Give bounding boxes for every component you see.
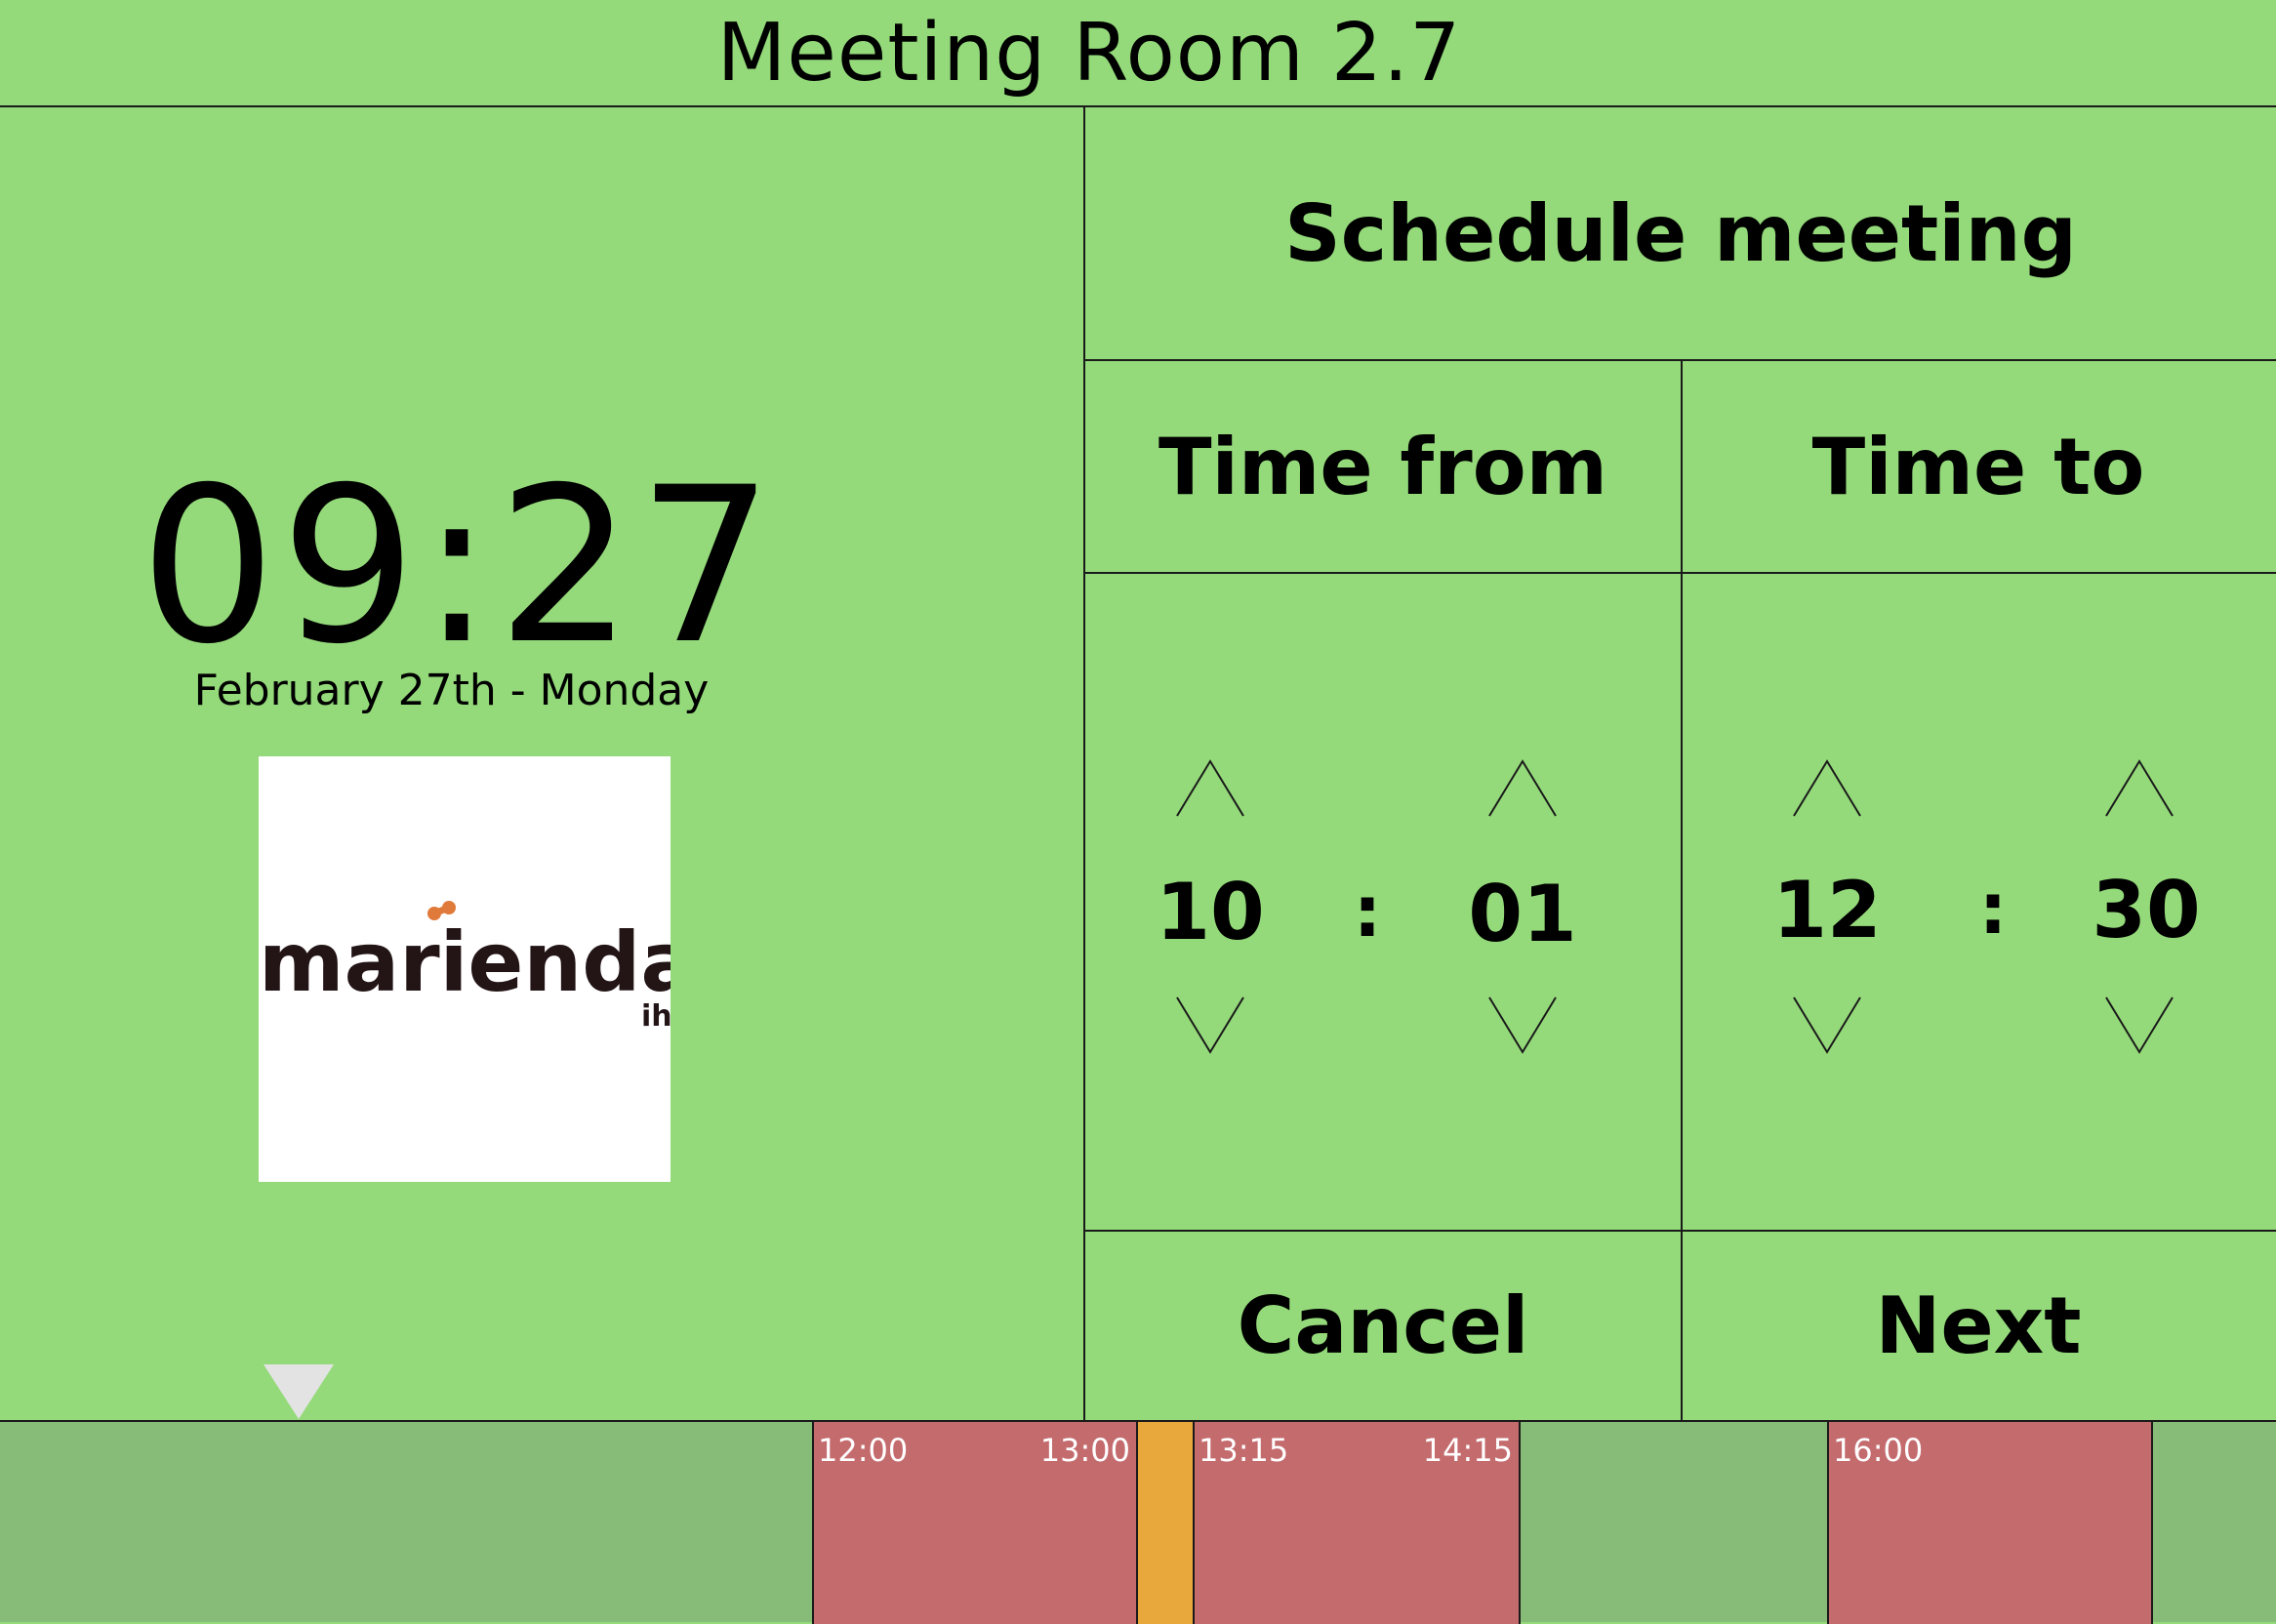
booking-block[interactable]: 16:00 (1827, 1422, 2153, 1624)
from-hour-down-icon[interactable] (1175, 995, 1245, 1054)
from-minute-up-icon[interactable] (1487, 759, 1558, 818)
company-logo: mariendal ih (259, 756, 671, 1182)
current-time: 09:27 (139, 441, 778, 691)
from-hour-value: 10 (1156, 867, 1265, 957)
room-title: Meeting Room 2.7 (716, 6, 1462, 100)
svg-text:mariendal: mariendal (259, 914, 671, 1010)
svg-text:ih: ih (641, 999, 671, 1034)
current-time-marker-icon (264, 1364, 334, 1419)
schedule-title-label: Schedule meeting (1284, 187, 2077, 279)
from-minute-value: 01 (1468, 869, 1577, 959)
next-button-label: Next (1875, 1280, 2082, 1371)
time-to-label: Time to (1811, 421, 2145, 512)
next-button[interactable]: Next (1681, 1232, 2276, 1420)
to-hour-down-icon[interactable] (1792, 995, 1862, 1054)
booking-end-time: 13:00 (1039, 1432, 1130, 1469)
booking-start-time: 12:00 (818, 1432, 909, 1469)
from-time-separator: : (1353, 871, 1382, 953)
to-hour-value: 12 (1772, 865, 1882, 955)
schedule-title: Schedule meeting (1083, 107, 2276, 361)
booking-block[interactable]: 12:00 13:00 (812, 1422, 1138, 1624)
to-time-separator: : (1978, 868, 2008, 950)
cancel-button-label: Cancel (1237, 1280, 1529, 1371)
to-minute-up-icon[interactable] (2104, 759, 2174, 818)
from-hour-up-icon[interactable] (1175, 759, 1245, 818)
title-bar: Meeting Room 2.7 (0, 0, 2276, 107)
time-to-header: Time to (1681, 361, 2276, 574)
pending-booking-block[interactable] (1136, 1422, 1195, 1624)
time-from-header: Time from (1083, 361, 1683, 574)
to-hour-up-icon[interactable] (1792, 759, 1862, 818)
booking-block[interactable]: 13:15 14:15 (1193, 1422, 1521, 1624)
to-minute-value: 30 (2092, 865, 2201, 955)
booking-start-time: 16:00 (1833, 1432, 1924, 1469)
current-date: February 27th - Monday (193, 666, 710, 715)
booking-start-time: 13:15 (1199, 1432, 1289, 1469)
day-timeline[interactable]: 12:00 13:00 13:15 14:15 16:00 (0, 1420, 2276, 1624)
cancel-button[interactable]: Cancel (1083, 1232, 1683, 1420)
from-minute-down-icon[interactable] (1487, 995, 1558, 1054)
time-from-label: Time from (1158, 421, 1608, 512)
booking-end-time: 14:15 (1422, 1432, 1513, 1469)
to-minute-down-icon[interactable] (2104, 995, 2174, 1054)
